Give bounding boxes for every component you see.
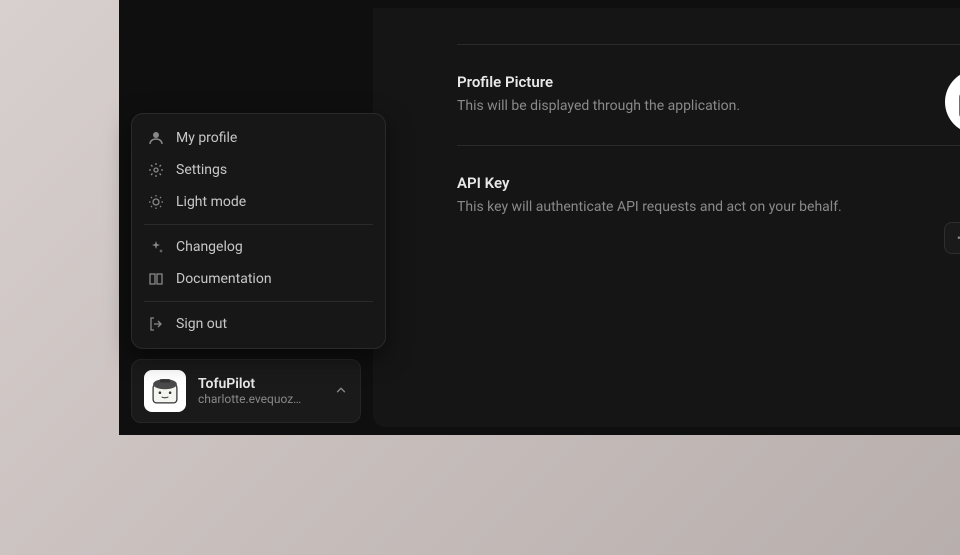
content-inner: Profile Picture This will be displayed t…: [373, 8, 960, 245]
chevron-up-icon: [334, 382, 348, 401]
section-title: Profile Picture: [457, 73, 740, 91]
main-content: Profile Picture This will be displayed t…: [373, 8, 960, 427]
sparkle-icon: [148, 239, 164, 255]
menu-item-label: Sign out: [176, 316, 227, 332]
user-icon: [148, 130, 164, 146]
menu-item-label: Light mode: [176, 194, 246, 210]
section-desc: This key will authenticate API requests …: [457, 198, 842, 218]
user-card[interactable]: TofuPilot charlotte.evequoz…: [131, 359, 361, 423]
user-info: TofuPilot charlotte.evequoz…: [198, 376, 322, 406]
menu-item-settings[interactable]: Settings: [140, 154, 377, 186]
menu-divider: [144, 301, 373, 302]
section-desc: This will be displayed through the appli…: [457, 97, 740, 117]
menu-item-documentation[interactable]: Documentation: [140, 263, 377, 295]
menu-item-label: Settings: [176, 162, 227, 178]
user-email: charlotte.evequoz…: [198, 392, 322, 406]
profile-picture-section: Profile Picture This will be displayed t…: [373, 45, 960, 145]
menu-item-light-mode[interactable]: Light mode: [140, 186, 377, 218]
menu-item-label: Changelog: [176, 239, 243, 255]
menu-item-label: Documentation: [176, 271, 272, 287]
api-key-section: API Key This key will authenticate API r…: [373, 146, 960, 246]
user-avatar: [144, 370, 186, 412]
section-title: API Key: [457, 174, 842, 192]
api-key-masked[interactable]: • • • •: [944, 222, 960, 254]
menu-item-changelog[interactable]: Changelog: [140, 231, 377, 263]
tofu-avatar-icon: [148, 374, 182, 408]
user-name: TofuPilot: [198, 376, 322, 392]
book-icon: [148, 271, 164, 287]
menu-divider: [144, 224, 373, 225]
user-menu-popup: My profile Settings Light mode Changelog…: [131, 113, 386, 349]
menu-item-label: My profile: [176, 130, 237, 146]
tofu-avatar-icon: [953, 78, 960, 126]
menu-item-sign-out[interactable]: Sign out: [140, 308, 377, 340]
sun-icon: [148, 194, 164, 210]
gear-icon: [148, 162, 164, 178]
menu-item-my-profile[interactable]: My profile: [140, 122, 377, 154]
signout-icon: [148, 316, 164, 332]
